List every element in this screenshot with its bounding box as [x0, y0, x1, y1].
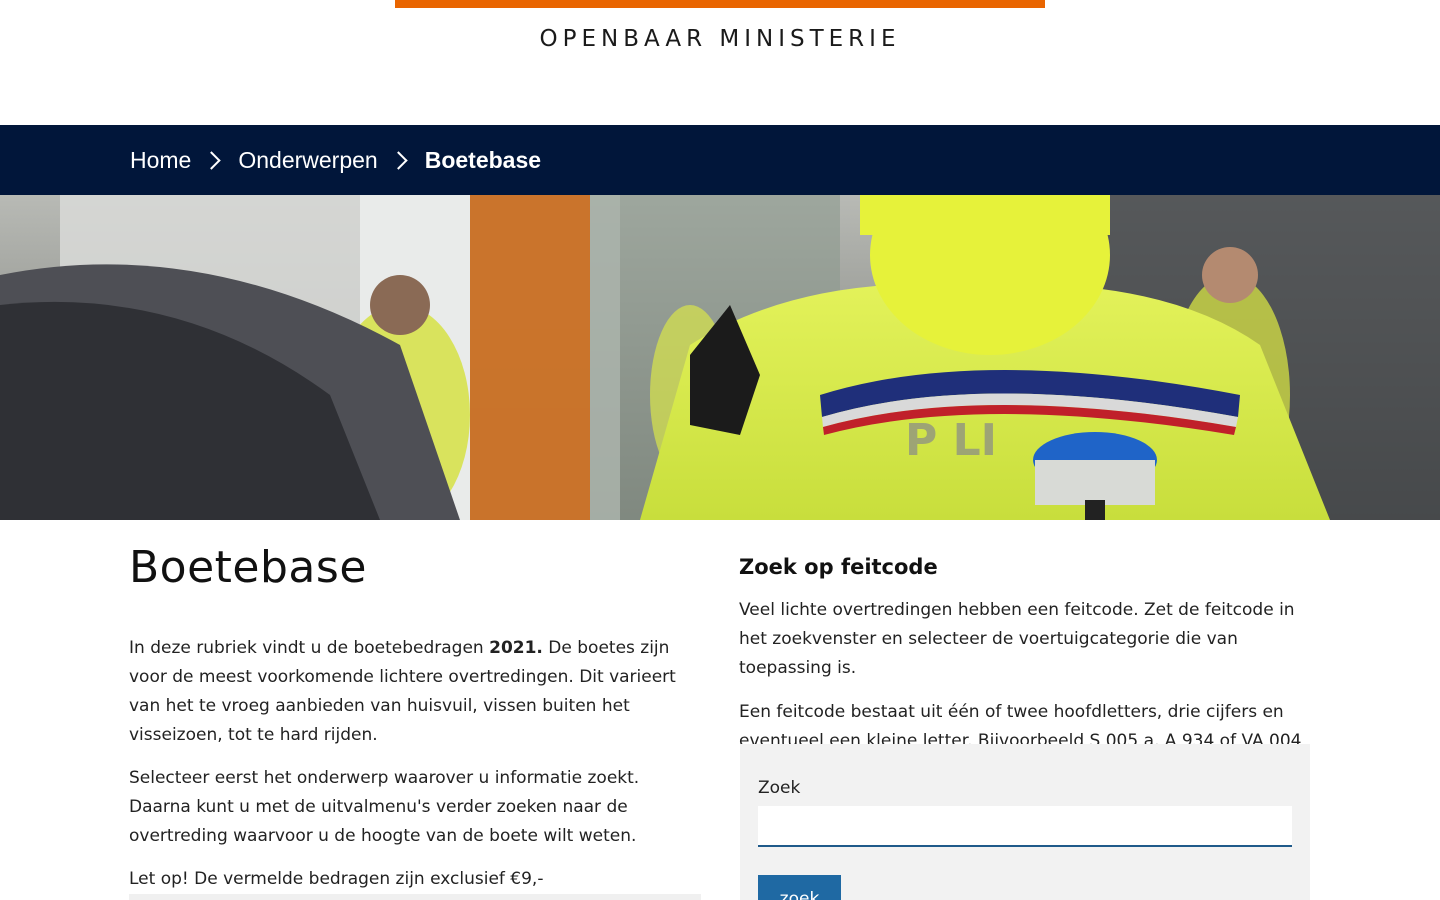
feitcode-search-section: Zoek op feitcode Veel lichte overtreding…: [739, 550, 1311, 756]
chevron-right-icon: [389, 150, 408, 170]
search-label: Zoek: [758, 778, 801, 798]
intro-paragraph: In deze rubriek vindt u de boetebedragen…: [129, 634, 701, 750]
chevron-right-icon: [202, 150, 222, 170]
hero-image: P LI: [0, 195, 1440, 520]
site-logo[interactable]: OPENBAAR MINISTERIE: [0, 26, 1440, 52]
breadcrumb-current: Boetebase: [424, 146, 542, 173]
breadcrumb-onderwerpen-link[interactable]: Onderwerpen: [238, 147, 377, 174]
search-form: Zoek zoek: [740, 744, 1310, 900]
breadcrumb-home-link[interactable]: Home: [130, 147, 191, 174]
intro-text: In deze rubriek vindt u de boetebedragen: [129, 638, 490, 658]
svg-text:P LI: P LI: [905, 415, 997, 466]
search-section-title: Zoek op feitcode: [739, 555, 938, 579]
search-button[interactable]: zoek: [758, 875, 841, 900]
page-title: Boetebase: [129, 542, 367, 593]
search-input[interactable]: [758, 806, 1292, 847]
intro-year: 2021.: [489, 638, 543, 658]
breadcrumb: Home Onderwerpen Boetebase: [0, 125, 1440, 195]
instruction-paragraph: Selecteer eerst het onderwerp waarover u…: [129, 768, 640, 846]
search-description: Veel lichte overtredingen hebben een fei…: [739, 600, 1295, 678]
police-motorcyclist-photo: P LI: [0, 195, 1440, 520]
brand-accent-bar: [395, 0, 1045, 8]
intro-section: Boetebase In deze rubriek vindt u de boe…: [129, 540, 701, 900]
topic-select-panel[interactable]: [129, 894, 701, 900]
site-header: OPENBAAR MINISTERIE: [0, 0, 1440, 125]
